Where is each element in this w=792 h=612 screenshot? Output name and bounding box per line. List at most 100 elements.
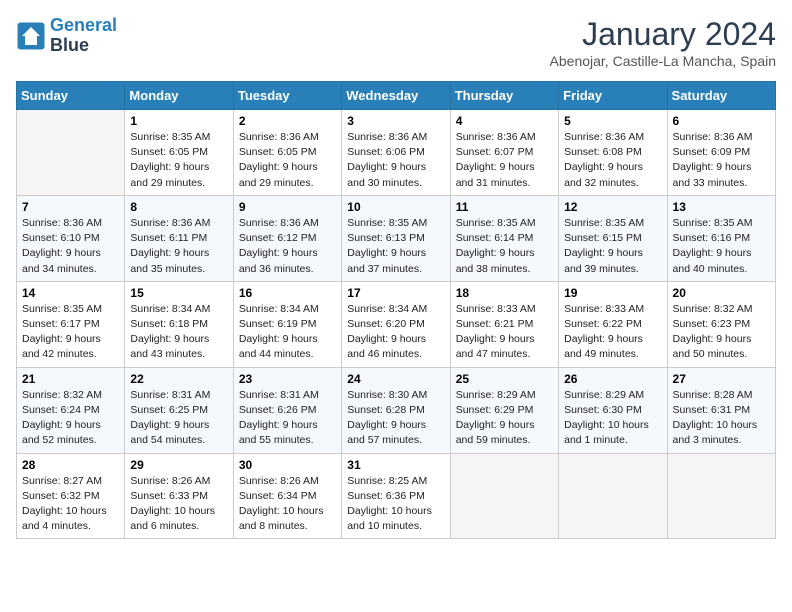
day-detail: Sunrise: 8:29 AMSunset: 6:29 PMDaylight:… — [456, 388, 553, 449]
day-header-tuesday: Tuesday — [233, 82, 341, 110]
day-detail: Sunrise: 8:30 AMSunset: 6:28 PMDaylight:… — [347, 388, 444, 449]
calendar-cell: 25 Sunrise: 8:29 AMSunset: 6:29 PMDayligh… — [450, 367, 558, 453]
day-number: 18 — [456, 286, 553, 300]
day-number: 12 — [564, 200, 661, 214]
day-number: 8 — [130, 200, 227, 214]
day-header-sunday: Sunday — [17, 82, 125, 110]
day-number: 5 — [564, 114, 661, 128]
calendar-cell: 20 Sunrise: 8:32 AMSunset: 6:23 PMDayligh… — [667, 281, 775, 367]
day-number: 9 — [239, 200, 336, 214]
day-number: 25 — [456, 372, 553, 386]
day-number: 17 — [347, 286, 444, 300]
calendar-cell: 7 Sunrise: 8:36 AMSunset: 6:10 PMDaylight… — [17, 195, 125, 281]
calendar-week-row: 1Sunrise: 8:35 AMSunset: 6:05 PMDaylight… — [17, 110, 776, 196]
calendar-subtitle: Abenojar, Castille-La Mancha, Spain — [550, 53, 776, 69]
calendar-cell — [559, 453, 667, 539]
calendar-cell: 29 Sunrise: 8:26 AMSunset: 6:33 PMDayligh… — [125, 453, 233, 539]
day-header-monday: Monday — [125, 82, 233, 110]
day-detail: Sunrise: 8:26 AMSunset: 6:33 PMDaylight:… — [130, 474, 227, 535]
calendar-cell: 16Sunrise: 8:34 AMSunset: 6:19 PMDayligh… — [233, 281, 341, 367]
day-detail: Sunrise: 8:26 AMSunset: 6:34 PMDaylight:… — [239, 474, 336, 535]
day-number: 4 — [456, 114, 553, 128]
day-header-thursday: Thursday — [450, 82, 558, 110]
day-number: 13 — [673, 200, 770, 214]
calendar-cell: 3 Sunrise: 8:36 AMSunset: 6:06 PMDaylight… — [342, 110, 450, 196]
calendar-header: General Blue January 2024 Abenojar, Cast… — [16, 16, 776, 69]
day-detail: Sunrise: 8:35 AMSunset: 6:13 PMDaylight:… — [347, 216, 444, 277]
day-number: 19 — [564, 286, 661, 300]
day-number: 30 — [239, 458, 336, 472]
logo-text: General Blue — [50, 16, 117, 56]
day-detail: Sunrise: 8:36 AMSunset: 6:09 PMDaylight:… — [673, 130, 770, 191]
day-detail: Sunrise: 8:32 AMSunset: 6:24 PMDaylight:… — [22, 388, 119, 449]
day-detail: Sunrise: 8:36 AMSunset: 6:11 PMDaylight:… — [130, 216, 227, 277]
calendar-cell: 1Sunrise: 8:35 AMSunset: 6:05 PMDaylight… — [125, 110, 233, 196]
calendar-cell: 27 Sunrise: 8:28 AMSunset: 6:31 PMDayligh… — [667, 367, 775, 453]
day-detail: Sunrise: 8:28 AMSunset: 6:31 PMDaylight:… — [673, 388, 770, 449]
day-detail: Sunrise: 8:33 AMSunset: 6:22 PMDaylight:… — [564, 302, 661, 363]
day-number: 24 — [347, 372, 444, 386]
calendar-cell: 6 Sunrise: 8:36 AMSunset: 6:09 PMDaylight… — [667, 110, 775, 196]
calendar-week-row: 21 Sunrise: 8:32 AMSunset: 6:24 PMDayligh… — [17, 367, 776, 453]
calendar-cell: 22 Sunrise: 8:31 AMSunset: 6:25 PMDayligh… — [125, 367, 233, 453]
calendar-cell: 13 Sunrise: 8:35 AMSunset: 6:16 PMDayligh… — [667, 195, 775, 281]
day-detail: Sunrise: 8:36 AMSunset: 6:05 PMDaylight:… — [239, 130, 336, 191]
day-number: 31 — [347, 458, 444, 472]
calendar-cell: 21 Sunrise: 8:32 AMSunset: 6:24 PMDayligh… — [17, 367, 125, 453]
day-number: 11 — [456, 200, 553, 214]
day-detail: Sunrise: 8:35 AMSunset: 6:16 PMDaylight:… — [673, 216, 770, 277]
day-number: 7 — [22, 200, 119, 214]
day-number: 1 — [130, 114, 227, 128]
calendar-cell: 31Sunrise: 8:25 AMSunset: 6:36 PMDayligh… — [342, 453, 450, 539]
day-number: 20 — [673, 286, 770, 300]
day-detail: Sunrise: 8:31 AMSunset: 6:25 PMDaylight:… — [130, 388, 227, 449]
day-detail: Sunrise: 8:34 AMSunset: 6:20 PMDaylight:… — [347, 302, 444, 363]
calendar-cell: 28Sunrise: 8:27 AMSunset: 6:32 PMDayligh… — [17, 453, 125, 539]
calendar-title: January 2024 — [550, 16, 776, 53]
calendar-body: 1Sunrise: 8:35 AMSunset: 6:05 PMDaylight… — [17, 110, 776, 539]
day-detail: Sunrise: 8:34 AMSunset: 6:19 PMDaylight:… — [239, 302, 336, 363]
day-detail: Sunrise: 8:36 AMSunset: 6:10 PMDaylight:… — [22, 216, 119, 277]
logo-icon — [16, 21, 46, 51]
day-number: 26 — [564, 372, 661, 386]
day-detail: Sunrise: 8:33 AMSunset: 6:21 PMDaylight:… — [456, 302, 553, 363]
day-detail: Sunrise: 8:32 AMSunset: 6:23 PMDaylight:… — [673, 302, 770, 363]
calendar-week-row: 28Sunrise: 8:27 AMSunset: 6:32 PMDayligh… — [17, 453, 776, 539]
day-detail: Sunrise: 8:36 AMSunset: 6:06 PMDaylight:… — [347, 130, 444, 191]
calendar-header-row: SundayMondayTuesdayWednesdayThursdayFrid… — [17, 82, 776, 110]
calendar-cell: 26Sunrise: 8:29 AMSunset: 6:30 PMDayligh… — [559, 367, 667, 453]
calendar-cell: 2 Sunrise: 8:36 AMSunset: 6:05 PMDaylight… — [233, 110, 341, 196]
day-number: 2 — [239, 114, 336, 128]
day-number: 22 — [130, 372, 227, 386]
day-detail: Sunrise: 8:35 AMSunset: 6:17 PMDaylight:… — [22, 302, 119, 363]
calendar-cell: 17 Sunrise: 8:34 AMSunset: 6:20 PMDayligh… — [342, 281, 450, 367]
day-detail: Sunrise: 8:35 AMSunset: 6:15 PMDaylight:… — [564, 216, 661, 277]
day-number: 15 — [130, 286, 227, 300]
calendar-cell: 14Sunrise: 8:35 AMSunset: 6:17 PMDayligh… — [17, 281, 125, 367]
logo: General Blue — [16, 16, 117, 56]
calendar-cell: 8 Sunrise: 8:36 AMSunset: 6:11 PMDaylight… — [125, 195, 233, 281]
day-number: 21 — [22, 372, 119, 386]
calendar-cell — [667, 453, 775, 539]
calendar-week-row: 7 Sunrise: 8:36 AMSunset: 6:10 PMDaylight… — [17, 195, 776, 281]
day-detail: Sunrise: 8:36 AMSunset: 6:12 PMDaylight:… — [239, 216, 336, 277]
day-detail: Sunrise: 8:31 AMSunset: 6:26 PMDaylight:… — [239, 388, 336, 449]
calendar-cell: 18 Sunrise: 8:33 AMSunset: 6:21 PMDayligh… — [450, 281, 558, 367]
calendar-cell: 24 Sunrise: 8:30 AMSunset: 6:28 PMDayligh… — [342, 367, 450, 453]
day-number: 27 — [673, 372, 770, 386]
calendar-cell: 5Sunrise: 8:36 AMSunset: 6:08 PMDaylight… — [559, 110, 667, 196]
day-header-wednesday: Wednesday — [342, 82, 450, 110]
calendar-cell: 11 Sunrise: 8:35 AMSunset: 6:14 PMDayligh… — [450, 195, 558, 281]
day-detail: Sunrise: 8:35 AMSunset: 6:14 PMDaylight:… — [456, 216, 553, 277]
day-number: 10 — [347, 200, 444, 214]
calendar-cell: 23Sunrise: 8:31 AMSunset: 6:26 PMDayligh… — [233, 367, 341, 453]
day-number: 6 — [673, 114, 770, 128]
day-number: 3 — [347, 114, 444, 128]
calendar-cell: 15 Sunrise: 8:34 AMSunset: 6:18 PMDayligh… — [125, 281, 233, 367]
day-detail: Sunrise: 8:34 AMSunset: 6:18 PMDaylight:… — [130, 302, 227, 363]
day-number: 29 — [130, 458, 227, 472]
calendar-cell — [450, 453, 558, 539]
day-detail: Sunrise: 8:27 AMSunset: 6:32 PMDaylight:… — [22, 474, 119, 535]
calendar-cell: 19 Sunrise: 8:33 AMSunset: 6:22 PMDayligh… — [559, 281, 667, 367]
day-header-friday: Friday — [559, 82, 667, 110]
